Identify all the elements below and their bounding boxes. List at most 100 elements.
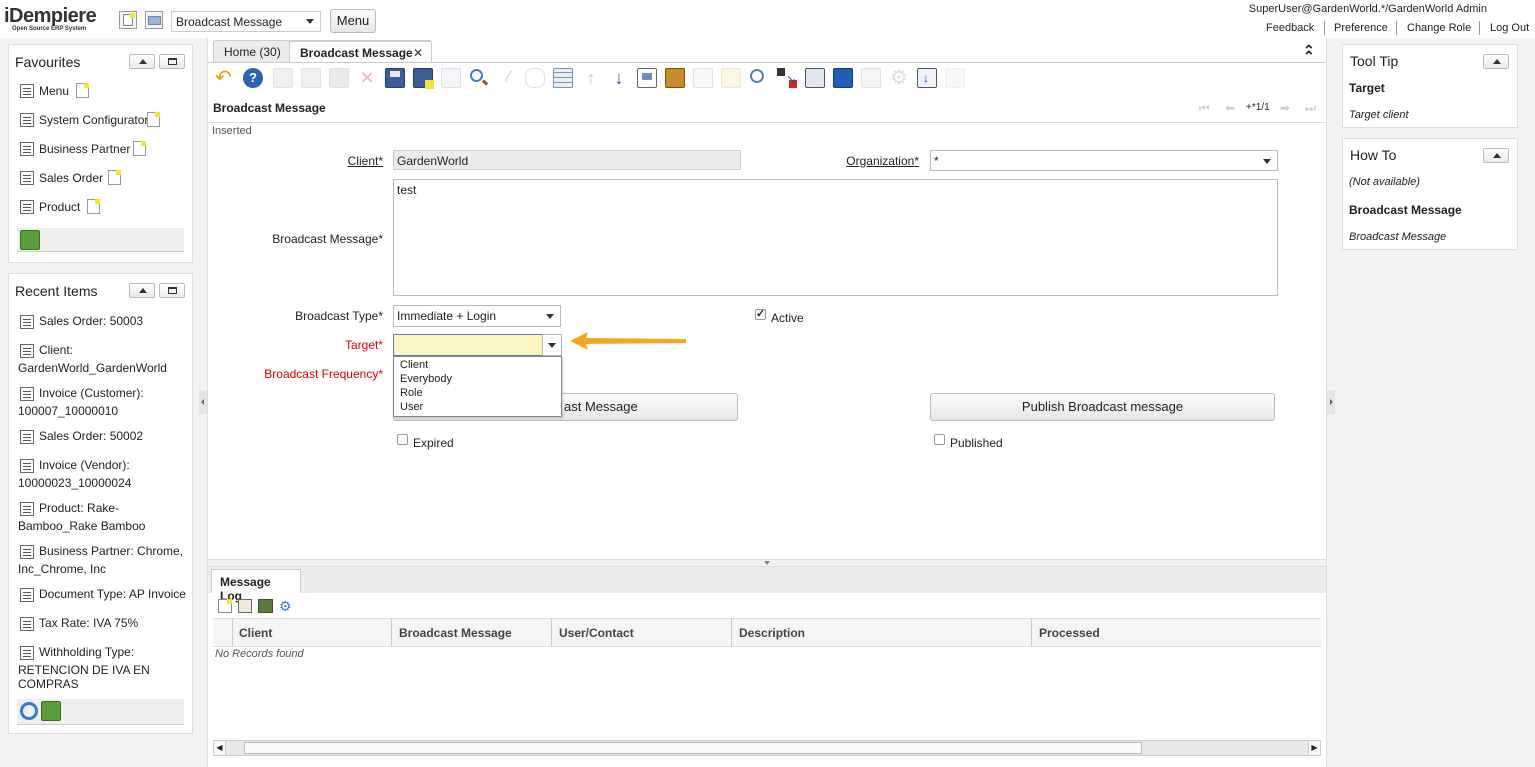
- tab-broadcast-message[interactable]: Broadcast Message ✕: [289, 40, 432, 63]
- recent-item-line2[interactable]: 10000023_10000024: [18, 474, 131, 492]
- scrollbar-thumb[interactable]: [244, 742, 1142, 754]
- column-header-processed[interactable]: Processed: [1039, 626, 1100, 640]
- recycle-bin-icon[interactable]: [41, 701, 61, 721]
- target-select[interactable]: [393, 334, 543, 356]
- note-icon[interactable]: [133, 141, 146, 156]
- recent-item-line2[interactable]: Bamboo_Rake Bamboo: [18, 517, 145, 535]
- target-option-role[interactable]: Role: [400, 387, 423, 399]
- recent-item[interactable]: Withholding Type:: [39, 643, 134, 661]
- column-header-client[interactable]: Client: [239, 626, 272, 640]
- recent-item[interactable]: Invoice (Vendor):: [39, 456, 130, 474]
- column-header-broadcast-message[interactable]: Broadcast Message: [399, 626, 512, 640]
- tab-label: Home (30): [224, 45, 281, 59]
- close-icon[interactable]: ✕: [413, 46, 423, 60]
- zoom-across-icon[interactable]: [749, 68, 769, 88]
- target-option-everybody[interactable]: Everybody: [400, 373, 452, 385]
- app-header: iDempiere Open Source ERP System Broadca…: [0, 0, 1535, 38]
- active-checkbox[interactable]: ✓: [755, 308, 766, 320]
- detail-record-icon[interactable]: ↓: [609, 68, 629, 88]
- broadcast-type-select[interactable]: Immediate + Login: [393, 305, 561, 327]
- help-icon[interactable]: ?: [243, 68, 263, 88]
- horizontal-scrollbar[interactable]: ◀ ▶: [213, 740, 1321, 756]
- target-option-user[interactable]: User: [400, 401, 423, 413]
- new-window-icon[interactable]: [119, 11, 137, 29]
- column-header-description[interactable]: Description: [739, 626, 805, 640]
- note-icon[interactable]: [108, 170, 121, 185]
- recent-item[interactable]: Client:: [39, 341, 73, 359]
- recycle-bin-icon[interactable]: [20, 230, 40, 250]
- recent-item[interactable]: Business Partner: Chrome,: [39, 542, 183, 560]
- organization-select[interactable]: *: [930, 150, 1278, 171]
- left-collapse-handle[interactable]: [199, 390, 207, 414]
- scroll-right-icon[interactable]: ▶: [1308, 741, 1320, 755]
- column-separator: [731, 618, 732, 646]
- recent-item[interactable]: Product: Rake-: [39, 499, 119, 517]
- maximize-button[interactable]: [159, 54, 185, 69]
- logout-link[interactable]: Log Out: [1490, 22, 1529, 34]
- scroll-left-icon[interactable]: ◀: [214, 741, 226, 755]
- preference-link[interactable]: Preference: [1334, 22, 1388, 34]
- active-workflows-icon[interactable]: ↘: [777, 68, 797, 88]
- favourite-item-business-partner[interactable]: Business Partner: [39, 140, 130, 158]
- recent-item-line2[interactable]: 100007_10000010: [18, 402, 118, 420]
- recent-item-line3[interactable]: COMPRAS: [18, 675, 79, 693]
- feedback-link[interactable]: Feedback: [1266, 22, 1314, 34]
- search-icon[interactable]: [469, 68, 489, 88]
- column-header-user-contact[interactable]: User/Contact: [559, 626, 634, 640]
- menu-button[interactable]: Menu: [330, 9, 376, 33]
- recent-item[interactable]: Tax Rate: IVA 75%: [39, 614, 138, 632]
- favourite-item-system-configurator[interactable]: System Configurator: [39, 111, 148, 129]
- change-role-link[interactable]: Change Role: [1407, 22, 1471, 34]
- product-info-icon[interactable]: [833, 68, 853, 88]
- favourite-item-product[interactable]: Product: [39, 198, 80, 216]
- note-icon[interactable]: [87, 199, 100, 214]
- report-icon[interactable]: [637, 68, 657, 88]
- collapse-up-button[interactable]: [1483, 148, 1509, 163]
- favourite-item-sales-order[interactable]: Sales Order: [39, 169, 103, 187]
- maximize-button[interactable]: [159, 283, 185, 298]
- window-select[interactable]: Broadcast Message: [171, 11, 321, 32]
- idempiere-logo[interactable]: iDempiere Open Source ERP System: [4, 6, 97, 32]
- refresh-icon[interactable]: [20, 702, 38, 720]
- archive-icon[interactable]: [665, 68, 685, 88]
- published-checkbox[interactable]: [934, 434, 945, 445]
- publish-broadcast-button[interactable]: Publish Broadcast message: [930, 393, 1275, 421]
- collapse-up-button[interactable]: [129, 54, 155, 69]
- open-folder-icon[interactable]: [145, 11, 163, 29]
- delete-record-icon[interactable]: [258, 599, 273, 613]
- target-option-client[interactable]: Client: [400, 359, 428, 371]
- favourites-panel: Favourites Menu System Configurator Busi…: [8, 44, 193, 263]
- detail-splitter[interactable]: [208, 559, 1326, 567]
- detail-tab-bar: [208, 567, 1326, 593]
- broadcast-message-textarea[interactable]: test: [393, 179, 1278, 296]
- requests-icon[interactable]: [805, 68, 825, 88]
- recent-item[interactable]: Sales Order: 50003: [39, 312, 143, 330]
- export-icon[interactable]: ↓: [917, 68, 937, 88]
- post-icon: [861, 68, 881, 88]
- edit-record-icon[interactable]: [238, 599, 252, 613]
- note-icon[interactable]: [147, 112, 160, 127]
- note-icon[interactable]: [76, 83, 89, 98]
- collapse-up-button[interactable]: [1483, 54, 1509, 69]
- recent-item[interactable]: Document Type: AP Invoice: [39, 585, 186, 603]
- tab-home[interactable]: Home (30): [213, 40, 292, 63]
- tab-message-log[interactable]: Message Log: [211, 569, 301, 603]
- recent-item-line2[interactable]: GardenWorld_GardenWorld: [18, 359, 167, 377]
- new-record-icon[interactable]: [218, 599, 232, 613]
- save-new-icon[interactable]: [413, 68, 434, 89]
- collapse-up-button[interactable]: [129, 283, 155, 298]
- target-dropdown-button[interactable]: [542, 334, 562, 356]
- grid-toggle-icon[interactable]: [553, 68, 573, 88]
- window-icon: [20, 502, 34, 516]
- settings-gear-icon[interactable]: ⚙: [279, 598, 292, 615]
- chevron-down-icon: [548, 343, 556, 348]
- recent-item[interactable]: Invoice (Customer):: [39, 384, 144, 402]
- expired-checkbox[interactable]: [397, 434, 408, 445]
- save-icon[interactable]: [385, 68, 405, 88]
- recent-item[interactable]: Sales Order: 50002: [39, 427, 143, 445]
- favourite-item-menu[interactable]: Menu: [39, 82, 69, 100]
- recent-item-line2[interactable]: Inc_Chrome, Inc: [18, 560, 106, 578]
- right-collapse-handle[interactable]: [1327, 390, 1335, 414]
- lock-icon: [721, 68, 741, 88]
- undo-icon[interactable]: ↶: [215, 68, 235, 88]
